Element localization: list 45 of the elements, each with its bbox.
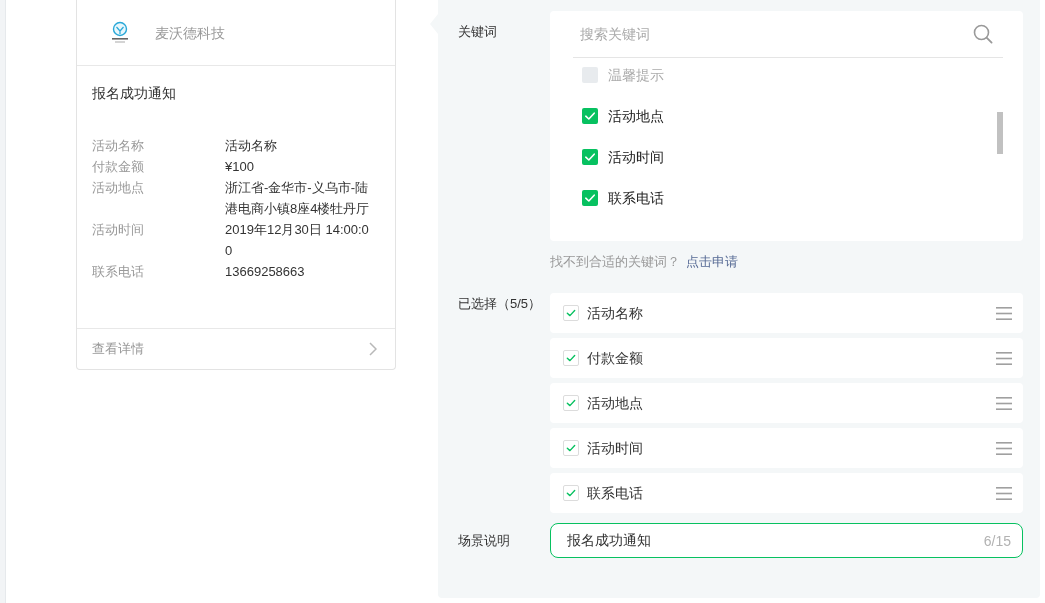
keyword-name: 活动时间 <box>587 439 644 457</box>
field-label: 活动时间 <box>92 221 145 239</box>
keyword-option[interactable]: 活动地点 <box>608 106 664 125</box>
field-value: 浙江省-金华市-义乌市-陆港电商小镇8座4楼牡丹厅 <box>225 179 371 218</box>
field-label: 活动地点 <box>92 179 145 197</box>
character-counter: 6/15 <box>983 532 1011 549</box>
drag-handle-icon[interactable] <box>996 486 1012 500</box>
keyword-name: 活动名称 <box>587 304 644 322</box>
checkbox[interactable] <box>563 440 579 456</box>
field-label: 活动名称 <box>92 137 145 155</box>
checkbox[interactable] <box>563 395 579 411</box>
field-label: 付款金额 <box>92 158 145 176</box>
notice-title: 报名成功通知 <box>92 84 177 103</box>
field-value: 13669258663 <box>225 263 306 281</box>
field-value: 活动名称 <box>225 137 278 155</box>
drag-handle-icon[interactable] <box>996 306 1012 320</box>
scrollbar-thumb[interactable] <box>997 112 1003 154</box>
keyword-name: 联系电话 <box>587 484 644 502</box>
checkbox[interactable] <box>582 148 598 165</box>
field-value: 2019年12月30日 14:00:00 <box>225 221 370 260</box>
drag-handle-icon[interactable] <box>996 351 1012 365</box>
checkbox[interactable] <box>563 305 579 321</box>
apply-link[interactable]: 点击申请 <box>686 254 738 270</box>
scene-label: 场景说明 <box>458 532 511 550</box>
keyword-name: 付款金额 <box>587 349 644 367</box>
hint-text: 找不到合适的关键词？ <box>550 254 680 270</box>
keywords-label: 关键词 <box>458 23 498 41</box>
scene-description-input[interactable]: 报名成功通知 6/15 <box>550 523 1023 558</box>
selected-label: 已选择（5/5） <box>458 295 543 313</box>
drag-handle-icon[interactable] <box>996 441 1012 455</box>
checkbox[interactable] <box>563 485 579 501</box>
checkbox[interactable] <box>563 350 579 366</box>
checkbox[interactable] <box>582 189 598 206</box>
checkbox[interactable] <box>582 107 598 124</box>
field-label: 联系电话 <box>92 263 145 281</box>
company-logo-icon <box>110 20 130 45</box>
keyword-option[interactable]: 联系电话 <box>608 188 664 207</box>
field-value: ¥100 <box>225 158 255 176</box>
chevron-right-icon[interactable] <box>369 342 377 356</box>
company-name: 麦沃德科技 <box>155 23 225 42</box>
keyword-option[interactable]: 活动时间 <box>608 147 664 166</box>
search-icon[interactable] <box>973 24 993 44</box>
search-input[interactable]: 搜索关键词 <box>573 22 965 46</box>
keyword-name: 活动地点 <box>587 394 644 412</box>
drag-handle-icon[interactable] <box>996 396 1012 410</box>
